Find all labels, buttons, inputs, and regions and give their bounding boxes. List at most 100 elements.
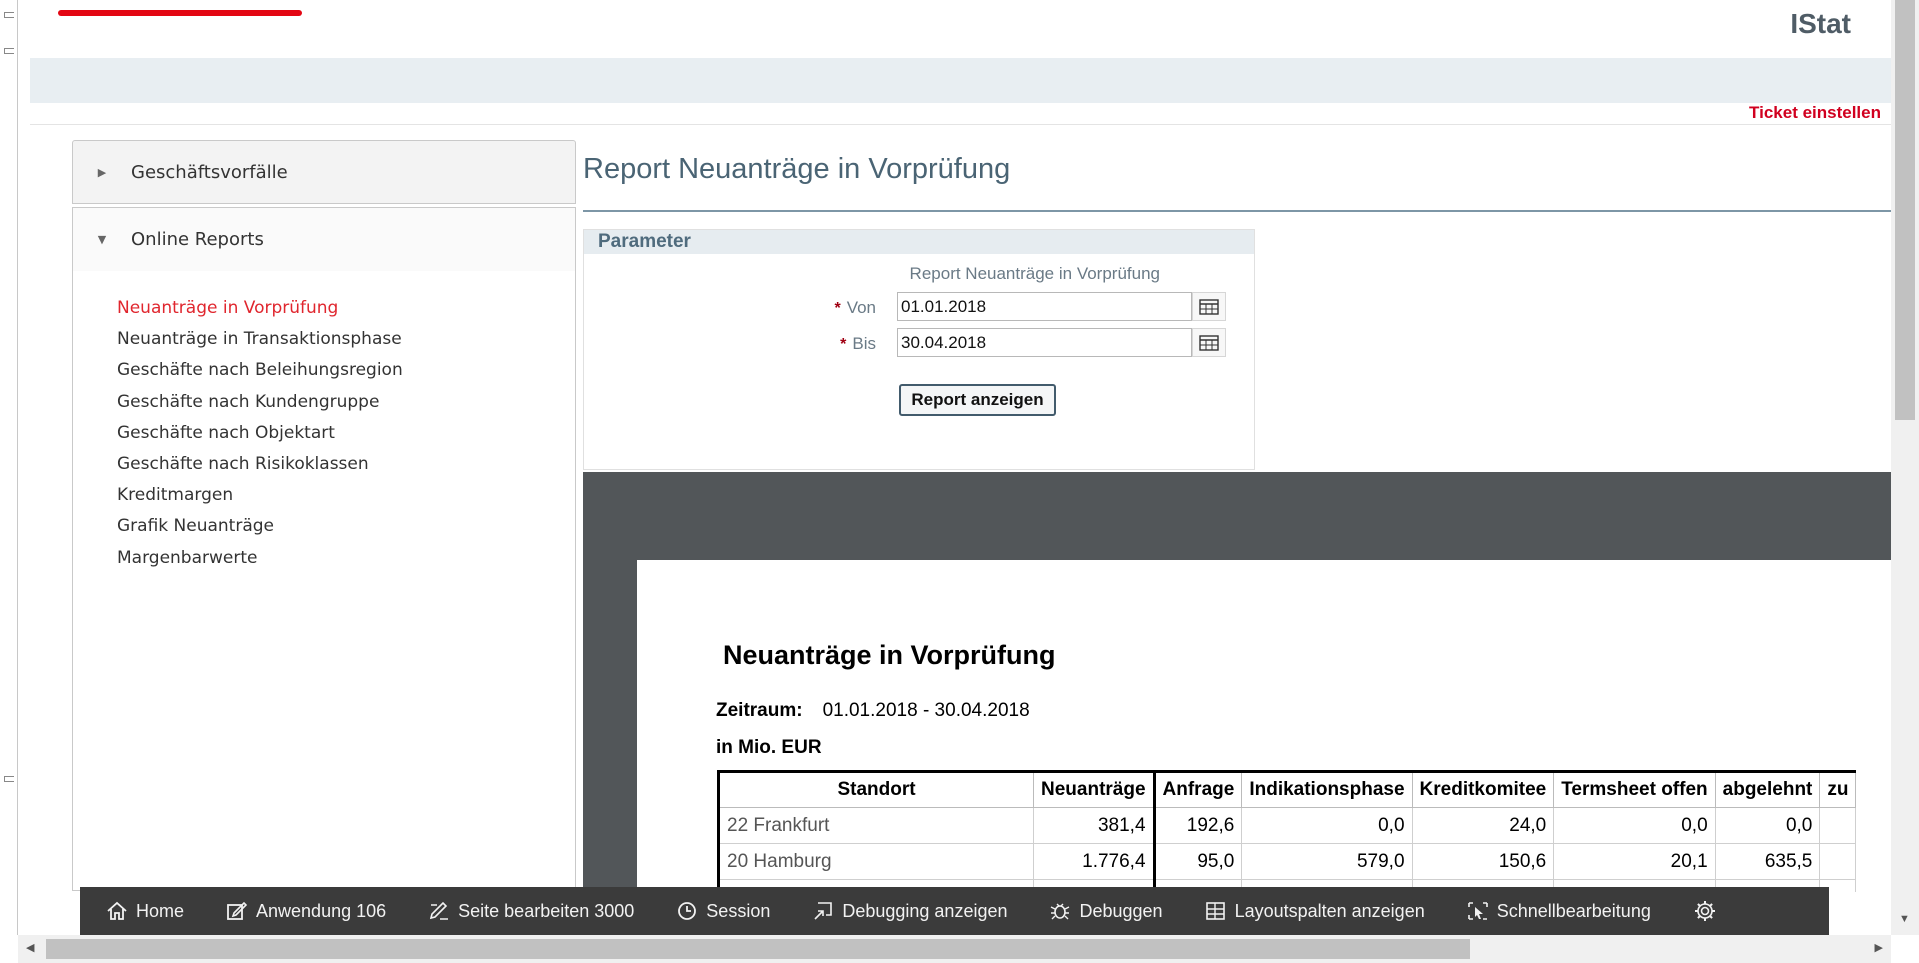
bis-label-text: Bis xyxy=(852,334,876,353)
devbar-session-button[interactable]: Session xyxy=(676,901,770,922)
column-header: Kreditkomitee xyxy=(1411,770,1555,808)
devbar-layout-columns-button[interactable]: Layoutspalten anzeigen xyxy=(1205,901,1425,922)
devbar-label: Home xyxy=(136,900,185,921)
accordion-label: Geschäftsvorfälle xyxy=(131,161,288,183)
report-table: Standort Neuanträge Anfrage Indikationsp… xyxy=(717,770,1857,892)
gear-icon xyxy=(1694,901,1715,921)
report-list: Neuanträge in Vorprüfung Neuanträge in T… xyxy=(73,271,575,574)
table-cell: 24,0 xyxy=(1411,807,1555,844)
calendar-icon[interactable] xyxy=(1192,328,1226,357)
bis-row: * Bis xyxy=(584,328,1256,358)
parameter-region: Parameter Report Neuanträge in Vorprüfun… xyxy=(583,229,1255,470)
column-header: Indikationsphase xyxy=(1241,770,1413,808)
required-marker: * xyxy=(840,336,847,353)
horizontal-scroll-thumb[interactable] xyxy=(46,939,1470,959)
ticket-link[interactable]: Ticket einstellen xyxy=(1749,103,1881,123)
von-label: * Von xyxy=(834,298,876,318)
scroll-down-arrow-icon[interactable]: ▼ xyxy=(1899,913,1910,925)
scroll-right-arrow-icon[interactable]: ▶ xyxy=(1875,941,1883,954)
horizontal-scrollbar[interactable]: ◀ ▶ xyxy=(18,935,1891,963)
devbar-application-button[interactable]: Anwendung 106 xyxy=(226,901,386,922)
report-link-kreditmargen[interactable]: Kreditmargen xyxy=(117,480,575,511)
vertical-scroll-thumb[interactable] xyxy=(1895,0,1915,420)
report-period: Zeitraum: 01.01.2018 - 30.04.2018 xyxy=(716,700,1030,722)
accordion-geschaeftsvorfaelle[interactable]: ▶ Geschäftsvorfälle xyxy=(72,140,576,204)
table-cell: 192,6 xyxy=(1153,807,1243,844)
vertical-scrollbar[interactable]: ▼ xyxy=(1891,0,1919,935)
table-cell: 635,5 xyxy=(1714,843,1821,880)
von-row: * Von xyxy=(584,292,1256,322)
devbar-debug-button[interactable]: Debuggen xyxy=(1049,900,1163,922)
table-cell: 150,6 xyxy=(1411,843,1555,880)
table-row: 22 Frankfurt 381,4 192,6 0,0 24,0 0,0 0,… xyxy=(717,807,1857,844)
report-anzeigen-button[interactable]: Report anzeigen xyxy=(899,384,1056,416)
header-divider xyxy=(30,124,1891,125)
title-divider xyxy=(583,210,1891,212)
app-window: IStat Ticket einstellen ▶ Geschäftsvorfä… xyxy=(0,0,1919,963)
table-row: 20 Hamburg 1.776,4 95,0 579,0 150,6 20,1… xyxy=(717,843,1857,880)
report-link-objektart[interactable]: Geschäfte nach Objektart xyxy=(117,418,575,449)
page-title: Report Neuanträge in Vorprüfung xyxy=(583,153,1011,185)
devbar-quick-edit-button[interactable]: Schnellbearbeitung xyxy=(1467,901,1651,922)
devbar-home-button[interactable]: Home xyxy=(106,901,184,922)
parameter-region-title: Parameter xyxy=(584,230,1254,254)
calendar-icon[interactable] xyxy=(1192,292,1226,321)
table-cell: 1.776,4 xyxy=(1033,843,1156,880)
clock-icon xyxy=(678,902,697,920)
column-header: Termsheet offen xyxy=(1553,770,1716,808)
report-title: Neuanträge in Vorprüfung xyxy=(723,640,1056,670)
parameter-subtitle: Report Neuanträge in Vorprüfung xyxy=(909,264,1160,283)
report-link-neuantraege-transaktionsphase[interactable]: Neuanträge in Transaktionsphase xyxy=(117,324,575,355)
report-link-margenbarwerte[interactable]: Margenbarwerte xyxy=(117,543,575,574)
devbar-label: Debugging anzeigen xyxy=(842,900,1008,921)
bis-date-input[interactable] xyxy=(897,328,1192,357)
devbar-debug-view-button[interactable]: Debugging anzeigen xyxy=(812,901,1007,922)
devbar-label: Seite bearbeiten 3000 xyxy=(458,900,635,921)
quick-edit-icon xyxy=(1467,902,1488,920)
report-link-kundengruppe[interactable]: Geschäfte nach Kundengruppe xyxy=(117,387,575,418)
table-cell: 0,0 xyxy=(1241,807,1413,844)
debug-view-icon xyxy=(814,902,833,920)
von-label-text: Von xyxy=(846,298,876,317)
devbar-label: Layoutspalten anzeigen xyxy=(1234,900,1425,921)
bug-icon xyxy=(1051,903,1070,920)
table-header-row: Standort Neuanträge Anfrage Indikationsp… xyxy=(717,770,1857,808)
report-link-neuantraege-vorpruefung[interactable]: Neuanträge in Vorprüfung xyxy=(117,293,575,324)
table-cell: 22 Frankfurt xyxy=(717,807,1034,844)
report-unit: in Mio. EUR xyxy=(716,737,822,758)
table-cell: 0,0 xyxy=(1714,807,1821,844)
table-cell: 579,0 xyxy=(1241,843,1413,880)
chevron-right-icon: ▶ xyxy=(97,165,107,179)
chevron-down-icon: ▼ xyxy=(97,233,107,246)
home-icon xyxy=(107,901,127,920)
navigation-bar xyxy=(30,58,1891,103)
column-header: Anfrage xyxy=(1153,770,1243,808)
table-cell: 20,1 xyxy=(1553,843,1716,880)
brand-logo[interactable] xyxy=(58,10,302,16)
app-title: IStat xyxy=(1790,8,1851,39)
table-cell xyxy=(1819,807,1857,844)
required-marker: * xyxy=(834,300,841,317)
table-cell: 95,0 xyxy=(1153,843,1243,880)
column-header: abgelehnt xyxy=(1714,770,1821,808)
devbar-settings-button[interactable] xyxy=(1693,899,1725,923)
scroll-left-arrow-icon[interactable]: ◀ xyxy=(26,941,34,954)
devbar-edit-page-button[interactable]: Seite bearbeiten 3000 xyxy=(428,901,634,922)
window-left-edge xyxy=(0,0,18,935)
report-viewer: Neuanträge in Vorprüfung Zeitraum: 01.01.… xyxy=(583,472,1891,892)
report-link-beleihungsregion[interactable]: Geschäfte nach Beleihungsregion xyxy=(117,355,575,386)
column-header: Neuanträge xyxy=(1033,770,1156,808)
devbar-label: Anwendung 106 xyxy=(256,900,387,921)
report-link-risikoklassen[interactable]: Geschäfte nach Risikoklassen xyxy=(117,449,575,480)
accordion-online-reports[interactable]: ▼ Online Reports xyxy=(72,207,576,271)
table-cell: 20 Hamburg xyxy=(717,843,1034,880)
online-reports-panel: Neuanträge in Vorprüfung Neuanträge in T… xyxy=(72,271,576,891)
period-label: Zeitraum: xyxy=(716,700,803,721)
devbar-label: Schnellbearbeitung xyxy=(1496,900,1651,921)
table-cell: 381,4 xyxy=(1033,807,1156,844)
table-cell xyxy=(1819,843,1857,880)
von-date-input[interactable] xyxy=(897,292,1192,321)
developer-toolbar: Home Anwendung 106 Seite bearbeiten 3000… xyxy=(80,887,1829,935)
report-link-grafik-neuantraege[interactable]: Grafik Neuanträge xyxy=(117,511,575,542)
devbar-label: Debuggen xyxy=(1079,900,1163,921)
